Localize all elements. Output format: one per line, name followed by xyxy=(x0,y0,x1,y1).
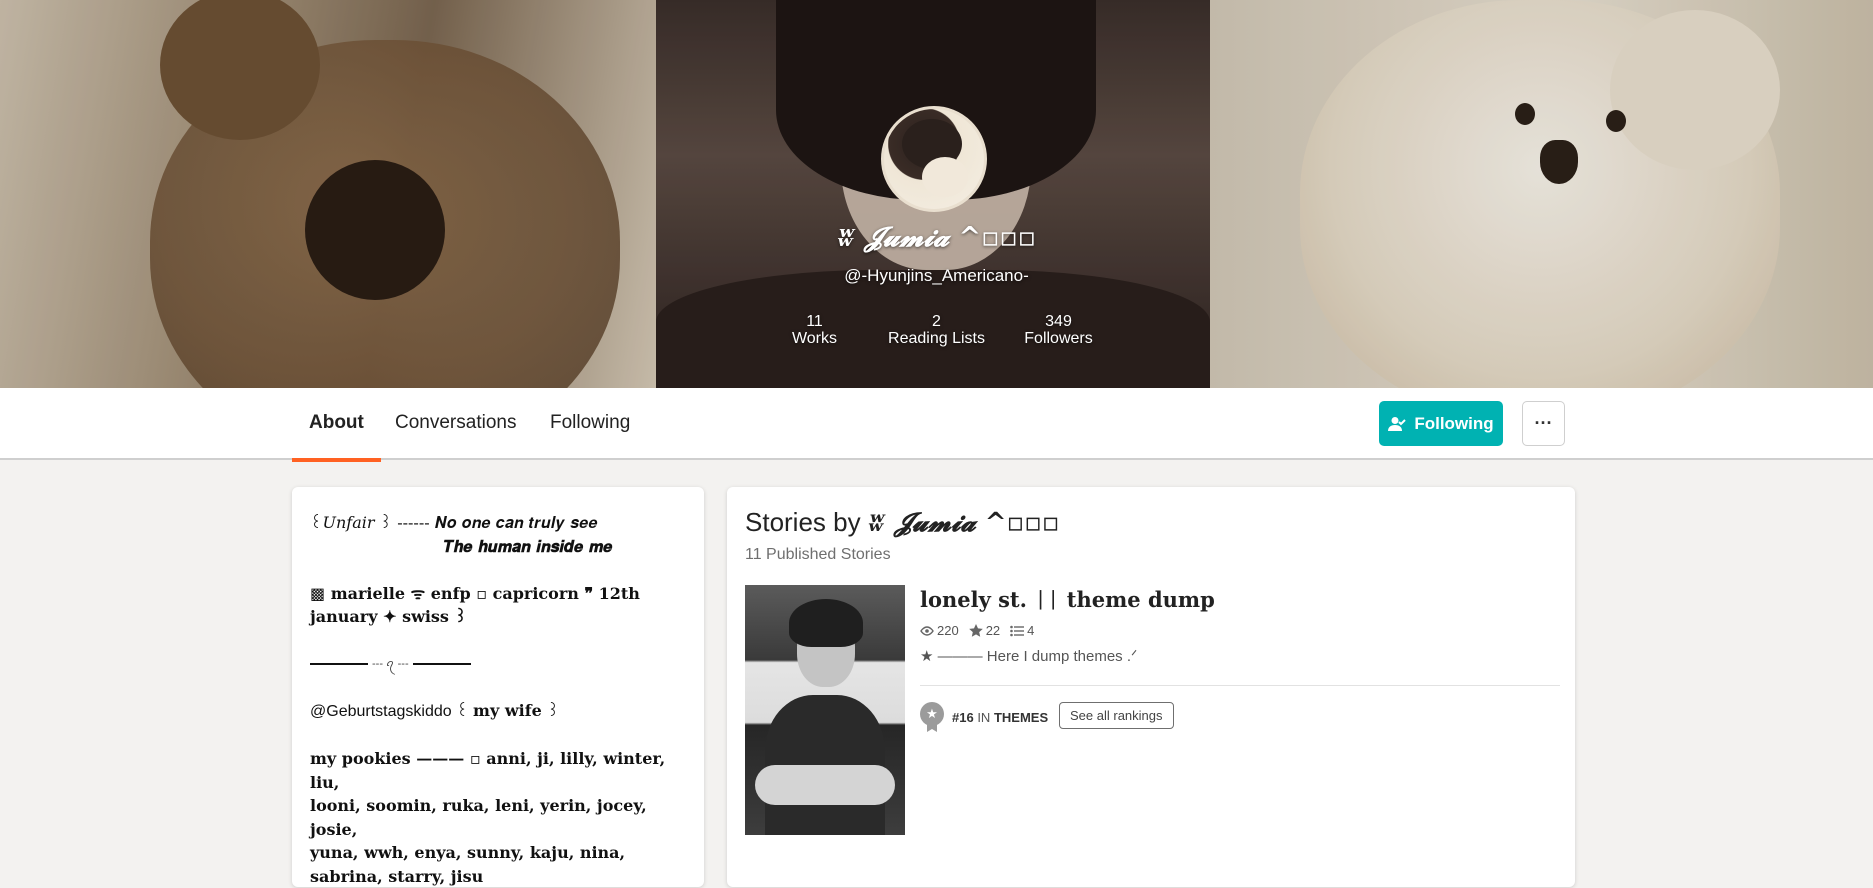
star-icon xyxy=(969,624,983,637)
ranking-number: #16 xyxy=(952,710,974,725)
ranking-category: THEMES xyxy=(994,710,1048,725)
see-all-rankings-button[interactable]: See all rankings xyxy=(1059,702,1174,729)
bio-line: ꒰𝑈𝑛𝑓𝑎𝑖𝑟 ꒱ ------ 𝑵𝒐 𝒐𝒏𝒆 𝒄𝒂𝒏 𝒕𝒓𝒖𝒍𝒚 𝒔𝒆𝒆 xyxy=(310,511,686,535)
story-description: ★ ——— Here I dump themes .ᐟ xyxy=(920,647,1137,665)
story-parts: 4 xyxy=(1010,623,1034,638)
eye-icon xyxy=(920,626,934,636)
stories-count: 11 Published Stories xyxy=(745,546,891,564)
user-check-icon xyxy=(1388,416,1406,432)
bio-line: yuna, wwh, enya, sunny, kaju, nina, xyxy=(310,841,686,865)
story-votes: 22 xyxy=(969,623,1000,638)
story-cover[interactable] xyxy=(745,585,905,835)
ellipsis-icon: ··· xyxy=(1535,413,1553,434)
stat-works[interactable]: 11 Works xyxy=(754,313,876,347)
stories-card: Stories by ʬ 𝓙𝓾𝓶𝓲𝓪 ^⁠▫⁠▫⁠▫ 11 Published … xyxy=(727,487,1575,887)
stories-heading-name: ʬ 𝓙𝓾𝓶𝓲𝓪 ^⁠▫⁠▫⁠▫ xyxy=(868,508,1060,538)
bio-mention-line: @Geburtstagskiddo ꒰ my wife ꒱ xyxy=(310,699,686,724)
story-reads-count: 220 xyxy=(937,623,959,638)
bio-text: ꒱ xyxy=(542,701,560,720)
profile-handle: @-Hyunjins_Americano- xyxy=(0,266,1873,286)
bio-divider-text: --- ꪖ --- xyxy=(372,652,409,676)
tab-about[interactable]: About xyxy=(309,412,364,460)
stories-heading: Stories by ʬ 𝓙𝓾𝓶𝓲𝓪 ^⁠▫⁠▫⁠▫ xyxy=(745,507,1059,539)
tab-following[interactable]: Following xyxy=(550,412,630,460)
stat-label: Works xyxy=(754,330,876,347)
bio-line: looni, soomin, ruka, leni, yerin, jocey,… xyxy=(310,794,686,841)
divider xyxy=(920,685,1560,686)
stat-value: 349 xyxy=(998,313,1120,330)
stat-value: 2 xyxy=(876,313,998,330)
ranking-text: #16 IN THEMES xyxy=(952,710,1048,725)
stat-label: Followers xyxy=(998,330,1120,347)
bio-line: 𝑻𝒉𝒆 𝒉𝒖𝒎𝒂𝒏 𝒊𝒏𝒔𝒊𝒅𝒆 𝒎𝒆 xyxy=(310,535,686,559)
list-icon xyxy=(1010,625,1024,637)
profile-tabbar: About Conversations Following Following … xyxy=(0,388,1873,460)
stat-reading-lists[interactable]: 2 Reading Lists xyxy=(876,313,998,347)
more-options-button[interactable]: ··· xyxy=(1522,401,1565,446)
tab-conversations[interactable]: Conversations xyxy=(395,412,516,460)
stat-label: Reading Lists xyxy=(876,330,998,347)
bio-line: sabrina, starry, jisu xyxy=(310,865,686,888)
medal-icon: ★ xyxy=(920,702,944,732)
following-button[interactable]: Following xyxy=(1379,401,1503,446)
profile-banner: ʬ 𝓙𝓾𝓶𝓲𝓪 ^⁠▫⁠▫⁠▫ @-Hyunjins_Americano- 11… xyxy=(0,0,1873,388)
bio-line: ▩ marielle ᯤ enfp ▫ capricorn ❞ 12th xyxy=(310,582,686,606)
bio-text: my wife xyxy=(473,701,542,720)
bio-mention-link[interactable]: @Geburtstagskiddo ꒰ xyxy=(310,703,473,720)
story-reads: 220 xyxy=(920,623,959,638)
following-button-label: Following xyxy=(1414,414,1493,434)
about-card: ꒰𝑈𝑛𝑓𝑎𝑖𝑟 ꒱ ------ 𝑵𝒐 𝒐𝒏𝒆 𝒄𝒂𝒏 𝒕𝒓𝒖𝒍𝒚 𝒔𝒆𝒆 𝑻𝒉… xyxy=(292,487,704,887)
bio-divider: --- ꪖ --- xyxy=(310,652,686,676)
bio-line: january ✦ swiss ꒱ xyxy=(310,605,686,629)
profile-name: ʬ 𝓙𝓾𝓶𝓲𝓪 ^⁠▫⁠▫⁠▫ xyxy=(0,222,1873,254)
stories-heading-prefix: Stories by xyxy=(745,507,868,537)
stat-followers[interactable]: 349 Followers xyxy=(998,313,1120,347)
profile-stats: 11 Works 2 Reading Lists 349 Followers xyxy=(0,313,1873,347)
story-parts-count: 4 xyxy=(1027,623,1034,638)
story-votes-count: 22 xyxy=(986,623,1000,638)
ranking-in: IN xyxy=(974,710,994,725)
story-ranking: ★ #16 IN THEMES xyxy=(920,702,1048,732)
stat-value: 11 xyxy=(754,313,876,330)
profile-avatar[interactable] xyxy=(881,106,987,212)
bio-line: my pookies ——— ▫ anni, ji, lilly, winter… xyxy=(310,747,686,794)
story-title[interactable]: lonely st. ᛁᛁ theme dump xyxy=(920,587,1215,612)
story-meta: 220 22 4 xyxy=(920,623,1034,638)
